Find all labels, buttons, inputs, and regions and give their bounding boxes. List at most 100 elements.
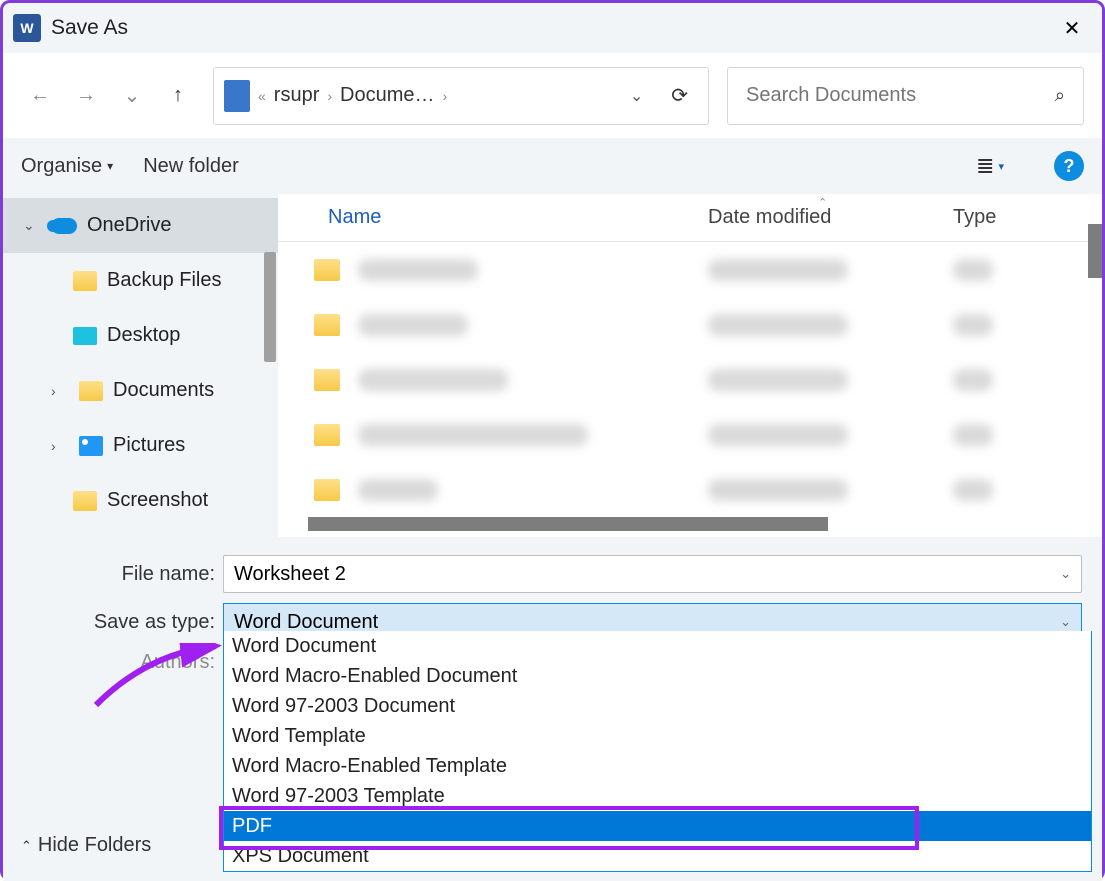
folder-icon bbox=[314, 259, 340, 281]
redacted-type bbox=[953, 424, 993, 446]
organise-label: Organise bbox=[21, 155, 102, 178]
file-list-hscrollbar[interactable] bbox=[308, 517, 828, 531]
redacted-filename bbox=[358, 479, 438, 501]
word-app-icon bbox=[13, 14, 41, 42]
tree-item-onedrive[interactable]: ⌄ OneDrive bbox=[3, 198, 278, 253]
filename-input[interactable]: Worksheet 2 ⌄ bbox=[223, 555, 1082, 593]
breadcrumb-prefix: « bbox=[258, 88, 266, 104]
saveastype-dropdown: Word DocumentWord Macro-Enabled Document… bbox=[223, 631, 1092, 872]
redacted-date bbox=[708, 479, 848, 501]
redacted-type bbox=[953, 369, 993, 391]
sidebar-scrollbar[interactable] bbox=[264, 252, 276, 362]
folder-icon bbox=[73, 491, 97, 511]
caret-down-icon: ▾ bbox=[998, 160, 1004, 173]
search-box[interactable]: ⌕ bbox=[727, 67, 1084, 125]
expand-icon[interactable]: ⌄ bbox=[23, 217, 41, 234]
location-icon bbox=[224, 80, 250, 112]
authors-label: Authors: bbox=[13, 651, 223, 674]
redacted-date bbox=[708, 424, 848, 446]
filename-dropdown-icon[interactable]: ⌄ bbox=[1060, 566, 1071, 582]
sort-indicator-icon: ⌃ bbox=[818, 196, 827, 209]
filetype-option-word-macro-enabled-template[interactable]: Word Macro-Enabled Template bbox=[224, 751, 1091, 781]
up-button[interactable]: ↑ bbox=[159, 77, 197, 115]
column-name[interactable]: Name ⌃ bbox=[278, 206, 708, 229]
hide-folders-button[interactable]: ⌃ Hide Folders bbox=[21, 834, 151, 857]
filetype-option-word-97-2003-template[interactable]: Word 97-2003 Template bbox=[224, 781, 1091, 811]
file-row[interactable] bbox=[278, 462, 1102, 517]
filetype-option-pdf[interactable]: PDF bbox=[224, 811, 1091, 841]
breadcrumb-item[interactable]: rsupr bbox=[274, 84, 320, 107]
folder-icon bbox=[314, 314, 340, 336]
folder-icon bbox=[73, 271, 97, 291]
redacted-date bbox=[708, 259, 848, 281]
back-button[interactable]: ← bbox=[21, 77, 59, 115]
tree-item-pictures[interactable]: › Pictures bbox=[3, 418, 278, 473]
help-button[interactable]: ? bbox=[1054, 151, 1084, 181]
file-row[interactable] bbox=[278, 242, 1102, 297]
filename-label: File name: bbox=[13, 563, 223, 586]
redacted-date bbox=[708, 314, 848, 336]
tree-item-label: OneDrive bbox=[87, 214, 171, 237]
address-dropdown-icon[interactable]: ⌄ bbox=[620, 86, 653, 106]
tree-item-label: Documents bbox=[113, 379, 214, 402]
tree-item-desktop[interactable]: Desktop bbox=[3, 308, 278, 363]
redacted-filename bbox=[358, 259, 478, 281]
search-input[interactable] bbox=[746, 84, 1055, 107]
column-type[interactable]: Type bbox=[953, 206, 1102, 229]
file-row[interactable] bbox=[278, 352, 1102, 407]
saveastype-dropdown-icon[interactable]: ⌄ bbox=[1060, 614, 1071, 630]
filetype-option-word-template[interactable]: Word Template bbox=[224, 721, 1091, 751]
desktop-icon bbox=[73, 327, 97, 345]
tree-item-screenshot[interactable]: Screenshot bbox=[3, 473, 278, 528]
folder-icon bbox=[314, 479, 340, 501]
onedrive-icon bbox=[51, 218, 77, 234]
filetype-option-word-97-2003-document[interactable]: Word 97-2003 Document bbox=[224, 691, 1091, 721]
pictures-icon bbox=[79, 436, 103, 456]
file-row[interactable] bbox=[278, 407, 1102, 462]
breadcrumb-item[interactable]: Docume… bbox=[340, 84, 434, 107]
redacted-filename bbox=[358, 369, 508, 391]
expand-icon[interactable]: › bbox=[51, 383, 69, 399]
redacted-filename bbox=[358, 314, 468, 336]
redacted-type bbox=[953, 259, 993, 281]
view-options-button[interactable]: ≣ ▾ bbox=[976, 153, 1004, 179]
column-name-label: Name bbox=[328, 206, 381, 229]
search-icon[interactable]: ⌕ bbox=[1055, 85, 1065, 106]
tree-item-label: Pictures bbox=[113, 434, 185, 457]
list-view-icon: ≣ bbox=[976, 153, 994, 179]
folder-tree: ⌄ OneDrive Backup Files Desktop › Documents › P… bbox=[3, 194, 278, 537]
redacted-date bbox=[708, 369, 848, 391]
organise-button[interactable]: Organise ▾ bbox=[21, 155, 113, 178]
folder-icon bbox=[79, 381, 103, 401]
tree-item-label: Desktop bbox=[107, 324, 180, 347]
caret-down-icon: ▾ bbox=[107, 159, 113, 173]
new-folder-button[interactable]: New folder bbox=[143, 155, 239, 178]
filetype-option-xps-document[interactable]: XPS Document bbox=[224, 841, 1091, 871]
filetype-option-word-macro-enabled-document[interactable]: Word Macro-Enabled Document bbox=[224, 661, 1091, 691]
refresh-button[interactable]: ⟳ bbox=[661, 83, 698, 108]
filename-value: Worksheet 2 bbox=[234, 563, 346, 586]
file-list-vscrollbar[interactable] bbox=[1088, 224, 1102, 278]
filetype-option-word-document[interactable]: Word Document bbox=[224, 631, 1091, 661]
redacted-type bbox=[953, 479, 993, 501]
tree-item-backup-files[interactable]: Backup Files bbox=[3, 253, 278, 308]
tree-item-label: Backup Files bbox=[107, 269, 222, 292]
address-bar[interactable]: « rsupr › Docume… › ⌄ ⟳ bbox=[213, 67, 709, 125]
dialog-title: Save As bbox=[51, 16, 128, 40]
file-list: Name ⌃ Date modified Type bbox=[278, 194, 1102, 537]
hide-folders-label: Hide Folders bbox=[38, 834, 151, 857]
recent-locations-button[interactable]: ⌄ bbox=[113, 77, 151, 115]
folder-icon bbox=[314, 369, 340, 391]
expand-icon[interactable]: › bbox=[51, 438, 69, 454]
close-button[interactable]: ✕ bbox=[1052, 8, 1092, 48]
folder-icon bbox=[314, 424, 340, 446]
redacted-type bbox=[953, 314, 993, 336]
column-date[interactable]: Date modified bbox=[708, 206, 953, 229]
caret-up-icon: ⌃ bbox=[21, 838, 32, 854]
forward-button[interactable]: → bbox=[67, 77, 105, 115]
redacted-filename bbox=[358, 424, 588, 446]
breadcrumb-separator: › bbox=[327, 88, 332, 104]
file-row[interactable] bbox=[278, 297, 1102, 352]
tree-item-label: Screenshot bbox=[107, 489, 208, 512]
tree-item-documents[interactable]: › Documents bbox=[3, 363, 278, 418]
